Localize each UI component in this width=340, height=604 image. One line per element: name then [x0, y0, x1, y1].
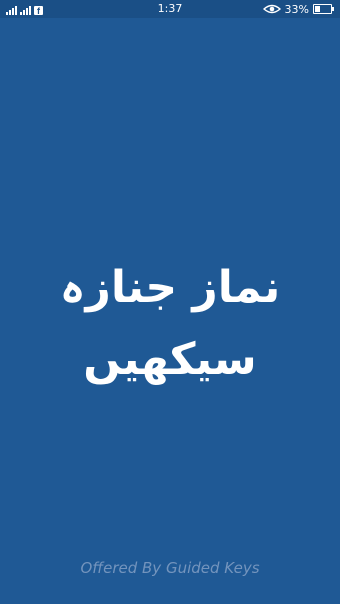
eye-icon	[262, 4, 281, 14]
app-title-line-2: سیکھیں	[83, 334, 257, 385]
app-title: نماز جنازہ سیکھیں	[0, 252, 340, 396]
battery-percent: 33%	[284, 2, 309, 16]
status-right-icons: 33%	[262, 2, 334, 16]
battery-fill	[315, 6, 320, 12]
app-title-line-1: نماز جنازہ	[59, 262, 281, 313]
offered-by-text: Offered By Guided Keys	[80, 559, 260, 577]
battery-icon	[313, 4, 334, 14]
status-bar: f 1:37 33%	[0, 0, 340, 18]
splash-screen: f 1:37 33% نماز جنازہ سیکھیں Offered By …	[0, 0, 340, 604]
